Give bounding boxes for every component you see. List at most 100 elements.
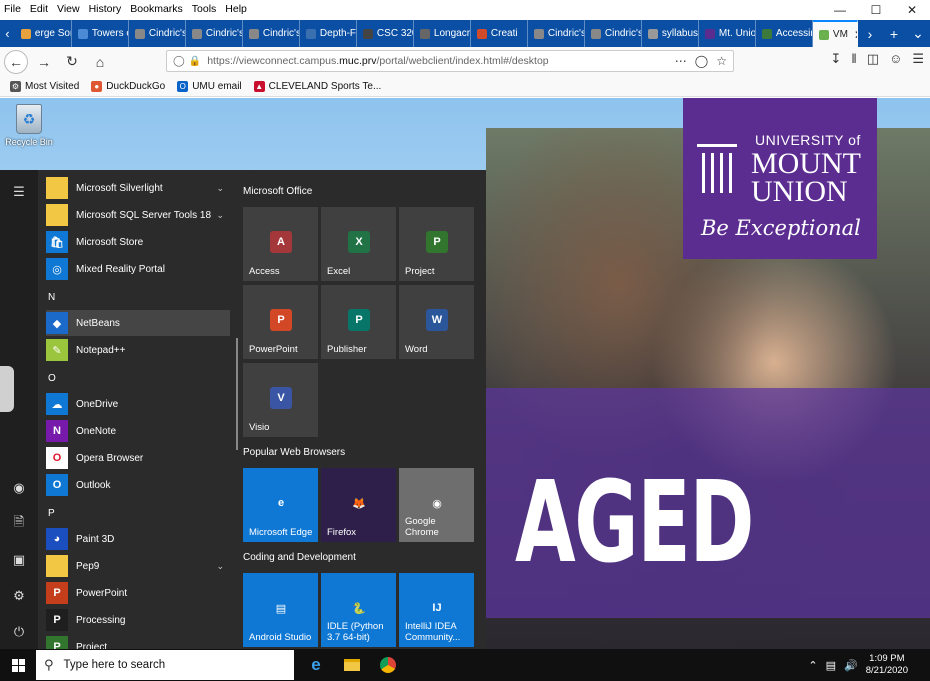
taskbar-chrome[interactable] bbox=[370, 649, 406, 681]
menu-tools[interactable]: Tools bbox=[192, 3, 217, 15]
start-tile[interactable]: P Project bbox=[399, 207, 474, 281]
tab[interactable]: erge Sor bbox=[15, 20, 72, 47]
app-list-item[interactable]: 🛍 Microsoft Store bbox=[46, 229, 230, 255]
sidebar-icon[interactable]: ◫ bbox=[867, 51, 879, 67]
menu-help[interactable]: Help bbox=[225, 3, 247, 15]
menu-bookmarks[interactable]: Bookmarks bbox=[130, 3, 183, 15]
tray-overflow-icon[interactable]: ⌃ bbox=[808, 659, 817, 672]
app-list-item[interactable]: Microsoft SQL Server Tools 18 ⌄ bbox=[46, 202, 230, 228]
start-tile[interactable]: 🦊 Firefox bbox=[321, 468, 396, 542]
url-bar[interactable]: ◯ 🔒 https://viewconnect.campus. muc.prv/p… bbox=[166, 50, 734, 72]
app-menu-icon[interactable]: ☰ bbox=[912, 51, 924, 67]
tab[interactable]: Cindric's C bbox=[243, 20, 300, 47]
reload-button[interactable]: ↻ bbox=[60, 50, 84, 74]
side-drawer-handle[interactable] bbox=[0, 366, 14, 412]
taskbar-edge[interactable]: e bbox=[298, 649, 334, 681]
app-list-item[interactable]: N OneNote bbox=[46, 418, 230, 444]
menu-file[interactable]: File bbox=[4, 3, 21, 15]
power-icon[interactable]: ⏻ bbox=[0, 618, 38, 646]
maximize-button[interactable]: ☐ bbox=[858, 0, 894, 20]
network-icon[interactable]: ▤ bbox=[826, 659, 836, 672]
app-list-item[interactable]: P Project bbox=[46, 634, 230, 649]
lock-icon[interactable]: 🔒 bbox=[189, 56, 201, 67]
start-tile[interactable]: ▤ Android Studio bbox=[243, 573, 318, 647]
taskbar-file-explorer[interactable] bbox=[334, 649, 370, 681]
start-tile[interactable]: P Publisher bbox=[321, 285, 396, 359]
bookmark-star-icon[interactable]: ☆ bbox=[716, 54, 727, 68]
app-list-item[interactable]: O Opera Browser bbox=[46, 445, 230, 471]
bookmark-item[interactable]: ⚙ Most Visited bbox=[10, 80, 79, 92]
clock[interactable]: 1:09 PM 8/21/2020 bbox=[866, 653, 908, 677]
settings-gear-icon[interactable]: ⚙ bbox=[0, 582, 38, 610]
start-tile[interactable]: P PowerPoint bbox=[243, 285, 318, 359]
close-window-button[interactable]: ✕ bbox=[894, 0, 930, 20]
pocket-icon[interactable]: ◯ bbox=[695, 54, 708, 68]
tab[interactable]: Cindric's C bbox=[186, 20, 243, 47]
app-list-item[interactable]: P Processing bbox=[46, 607, 230, 633]
forward-button[interactable]: → bbox=[32, 50, 56, 74]
start-tile[interactable]: X Excel bbox=[321, 207, 396, 281]
start-tile[interactable]: 🐍 IDLE (Python 3.7 64-bit) bbox=[321, 573, 396, 647]
library-icon[interactable]: ‖ bbox=[851, 51, 856, 67]
section-letter-n[interactable]: N bbox=[48, 292, 55, 303]
app-list-item[interactable]: ◎ Mixed Reality Portal bbox=[46, 256, 230, 282]
start-tile[interactable]: IJ IntelliJ IDEA Community... bbox=[399, 573, 474, 647]
minimize-button[interactable]: — bbox=[822, 0, 858, 20]
app-list-item[interactable]: ✎ Notepad++ bbox=[46, 337, 230, 363]
menu-history[interactable]: History bbox=[89, 3, 122, 15]
tab[interactable]: syllabus27 bbox=[642, 20, 699, 47]
app-list-item[interactable]: ☁ OneDrive bbox=[46, 391, 230, 417]
downloads-icon[interactable]: ↧ bbox=[830, 51, 841, 67]
taskbar-search-box[interactable]: ⚲ Type here to search bbox=[36, 650, 294, 680]
start-button[interactable] bbox=[0, 649, 36, 681]
app-list-item[interactable]: ◕ Paint 3D bbox=[46, 526, 230, 552]
section-letter-o[interactable]: O bbox=[48, 373, 56, 384]
app-list-scrollbar[interactable] bbox=[236, 338, 238, 450]
tab[interactable]: Cindric's C bbox=[585, 20, 642, 47]
tabs-scroll-right-icon[interactable]: › bbox=[858, 20, 882, 47]
user-account-icon[interactable]: ◉ bbox=[0, 474, 38, 502]
new-tab-icon[interactable]: + bbox=[882, 20, 906, 47]
hamburger-menu-icon[interactable]: ☰ bbox=[0, 178, 38, 206]
tab[interactable]: CSC 320 Li bbox=[357, 20, 414, 47]
account-icon[interactable]: ☺ bbox=[889, 51, 902, 67]
page-actions-icon[interactable]: ⋯ bbox=[675, 54, 687, 68]
menu-edit[interactable]: Edit bbox=[30, 3, 48, 15]
start-tile[interactable]: W Word bbox=[399, 285, 474, 359]
bookmark-item[interactable]: O UMU email bbox=[177, 80, 242, 92]
tab[interactable]: Cindric's C bbox=[129, 20, 186, 47]
start-tile[interactable]: ◉ Google Chrome bbox=[399, 468, 474, 542]
app-list-item[interactable]: P PowerPoint bbox=[46, 580, 230, 606]
app-list-item[interactable]: ◆ NetBeans bbox=[46, 310, 230, 336]
expand-chevron-icon[interactable]: ⌄ bbox=[216, 210, 224, 221]
start-tile[interactable]: A Access bbox=[243, 207, 318, 281]
tab[interactable]: Mt. Union bbox=[699, 20, 756, 47]
tab[interactable]: Towers of bbox=[72, 20, 129, 47]
tab[interactable]: Creati bbox=[471, 20, 528, 47]
expand-chevron-icon[interactable]: ⌄ bbox=[216, 183, 224, 194]
bookmark-item[interactable]: ● DuckDuckGo bbox=[91, 80, 165, 92]
app-list-item[interactable]: O Outlook bbox=[46, 472, 230, 498]
bookmark-item[interactable]: ▲ CLEVELAND Sports Te... bbox=[253, 80, 381, 92]
back-button[interactable]: ← bbox=[4, 49, 28, 74]
volume-icon[interactable]: 🔊 bbox=[844, 659, 858, 672]
recycle-bin-shortcut[interactable]: ♻ Recycle Bin bbox=[4, 104, 54, 147]
app-list-item[interactable]: Pep9 ⌄ bbox=[46, 553, 230, 579]
tab-active[interactable]: VM ✕ bbox=[812, 20, 858, 47]
start-tile[interactable]: e Microsoft Edge bbox=[243, 468, 318, 542]
tabs-scroll-left-icon[interactable]: ‹ bbox=[0, 20, 15, 47]
documents-icon[interactable]: 🗎 bbox=[0, 510, 38, 538]
pictures-icon[interactable]: ▣ bbox=[0, 546, 38, 574]
tab[interactable]: Depth-Firs bbox=[300, 20, 357, 47]
list-all-tabs-icon[interactable]: ⌄ bbox=[906, 20, 930, 47]
tab[interactable]: Accessing bbox=[756, 20, 813, 47]
tracking-shield-icon[interactable]: ◯ bbox=[173, 55, 185, 67]
tab[interactable]: Longacre I bbox=[414, 20, 471, 47]
expand-chevron-icon[interactable]: ⌄ bbox=[216, 561, 224, 572]
section-letter-p[interactable]: P bbox=[48, 508, 55, 519]
home-button[interactable]: ⌂ bbox=[88, 50, 112, 74]
tab[interactable]: Cindric's C bbox=[528, 20, 585, 47]
app-list-item[interactable]: Microsoft Silverlight ⌄ bbox=[46, 175, 230, 201]
menu-view[interactable]: View bbox=[57, 3, 80, 15]
start-tile[interactable]: V Visio bbox=[243, 363, 318, 437]
